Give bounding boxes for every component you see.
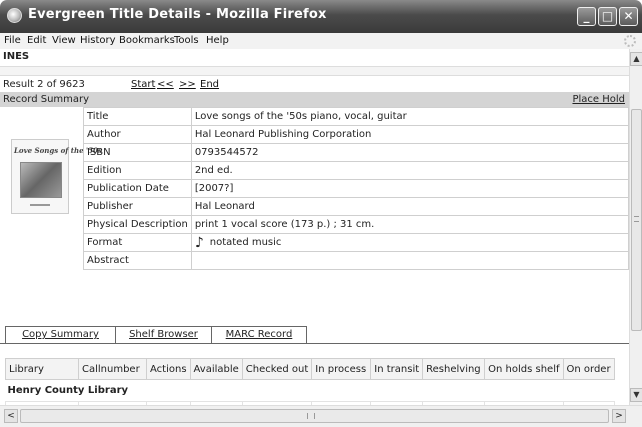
throbber-icon <box>624 35 636 47</box>
grip-icon <box>634 216 639 222</box>
menu-help[interactable]: Help <box>206 35 229 46</box>
field-label: Publication Date <box>83 179 192 198</box>
record-row-edition: Edition 2nd ed. <box>83 161 629 180</box>
music-note-icon: ♪ <box>194 234 204 251</box>
record-row-pubdate: Publication Date [2007?] <box>83 179 629 198</box>
field-value: 0793544572 <box>190 143 629 162</box>
result-count: Result 2 of 9623 <box>3 79 85 90</box>
scroll-down-button[interactable]: ▼ <box>630 388 642 402</box>
field-value: Hal Leonard <box>190 197 629 216</box>
cover-footer <box>30 204 50 206</box>
library-name: Henry County Library <box>7 385 129 396</box>
vertical-scrollbar[interactable]: ▲ ▼ <box>629 49 642 405</box>
scroll-thumb[interactable] <box>631 109 642 331</box>
minimize-button[interactable]: _ <box>577 7 596 26</box>
menu-view[interactable]: View <box>52 35 76 46</box>
page-content: INES Result 2 of 9623 Start << >> End Re… <box>0 49 629 405</box>
field-value: 2nd ed. <box>190 161 629 180</box>
col-in-process: In process <box>311 358 372 380</box>
col-library: Library <box>5 358 79 380</box>
col-reshelving: Reshelving <box>422 358 486 380</box>
grip-icon <box>307 413 315 419</box>
col-callnumber: Callnumber <box>78 358 147 380</box>
firefox-icon <box>7 8 22 23</box>
record-row-author: Author Hal Leonard Publishing Corporatio… <box>83 125 629 144</box>
field-label: Format <box>83 233 192 252</box>
cover-photo <box>20 162 62 198</box>
nav-start-link[interactable]: Start <box>131 79 155 90</box>
field-label: Physical Description <box>83 215 192 234</box>
field-label: ISBN <box>83 143 192 162</box>
copies-header-row: Library Callnumber Actions Available Che… <box>5 358 615 380</box>
menu-bar: File Edit View History Bookmarks Tools H… <box>0 33 642 49</box>
field-label: Title <box>83 107 192 126</box>
col-checked-out: Checked out <box>241 358 313 380</box>
scroll-up-button[interactable]: ▲ <box>630 52 642 66</box>
menu-tools[interactable]: Tools <box>174 35 199 46</box>
record-row-format: Format ♪ notated music <box>83 233 629 252</box>
tab-underline <box>0 343 629 344</box>
tab-marc-record[interactable]: MARC Record <box>211 326 307 343</box>
record-row-isbn: ISBN 0793544572 <box>83 143 629 162</box>
library-row: Henry County Library <box>6 380 615 402</box>
record-row-abstract: Abstract <box>83 251 629 270</box>
tab-copy-summary[interactable]: Copy Summary <box>5 326 116 343</box>
hscroll-thumb[interactable] <box>20 409 609 423</box>
record-row-physical: Physical Description print 1 vocal score… <box>83 215 629 234</box>
record-row-publisher: Publisher Hal Leonard <box>83 197 629 216</box>
window-titlebar[interactable]: Evergreen Title Details - Mozilla Firefo… <box>0 0 642 33</box>
field-value: ♪ notated music <box>190 233 629 252</box>
nav-next-link[interactable]: >> <box>179 79 196 90</box>
nav-prev-link[interactable]: << <box>157 79 174 90</box>
record-summary-table: Title Love songs of the '50s piano, voca… <box>83 107 629 270</box>
place-hold-link[interactable]: Place Hold <box>572 94 625 105</box>
maximize-button[interactable]: □ <box>598 7 617 26</box>
menu-bookmarks[interactable]: Bookmarks <box>119 35 175 46</box>
scroll-left-button[interactable]: < <box>4 409 18 423</box>
result-navigation: Result 2 of 9623 Start << >> End <box>0 76 629 92</box>
org-name: INES <box>3 51 30 62</box>
field-label: Publisher <box>83 197 192 216</box>
col-available: Available <box>189 358 243 380</box>
scroll-right-button[interactable]: > <box>612 409 626 423</box>
field-value: print 1 vocal score (173 p.) ; 31 cm. <box>190 215 629 234</box>
field-label: Edition <box>83 161 192 180</box>
menu-history[interactable]: History <box>80 35 116 46</box>
field-value <box>190 251 629 270</box>
menu-file[interactable]: File <box>4 35 21 46</box>
col-actions: Actions <box>146 358 191 380</box>
cover-image[interactable]: Love Songs of the '50s <box>11 139 102 214</box>
field-label: Abstract <box>83 251 192 270</box>
record-summary-header: Record Summary Place Hold <box>0 92 629 107</box>
record-row-title: Title Love songs of the '50s piano, voca… <box>83 107 629 126</box>
window-title: Evergreen Title Details - Mozilla Firefo… <box>28 7 327 22</box>
format-value: notated music <box>209 236 282 248</box>
field-value: Hal Leonard Publishing Corporation <box>190 125 629 144</box>
field-value: [2007?] <box>190 179 629 198</box>
copies-table: Library Callnumber Actions Available Che… <box>5 358 615 405</box>
col-on-holds-shelf: On holds shelf <box>484 358 564 380</box>
col-in-transit: In transit <box>370 358 424 380</box>
record-summary-label: Record Summary <box>3 94 90 105</box>
col-on-order: On order <box>562 358 615 380</box>
close-button[interactable]: ✕ <box>619 7 638 26</box>
nav-end-link[interactable]: End <box>200 79 219 90</box>
field-value: Love songs of the '50s piano, vocal, gui… <box>190 107 629 126</box>
menu-edit[interactable]: Edit <box>27 35 46 46</box>
tab-shelf-browser[interactable]: Shelf Browser <box>115 326 212 343</box>
field-label: Author <box>83 125 192 144</box>
horizontal-scrollbar[interactable]: < > <box>0 405 642 427</box>
divider <box>0 66 629 76</box>
